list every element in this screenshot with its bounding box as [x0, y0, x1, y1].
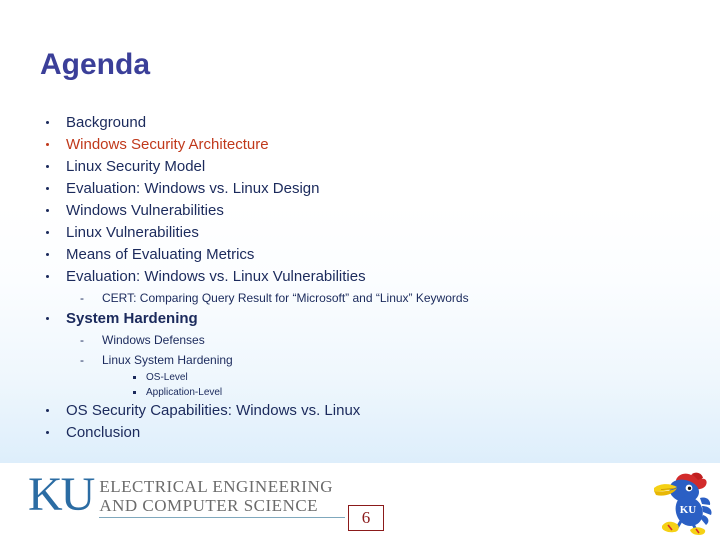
- department-line-1: ELECTRICAL ENGINEERING: [99, 477, 334, 496]
- list-item: Windows Vulnerabilities: [40, 200, 700, 222]
- jayhawk-mascot-icon: KU: [648, 470, 716, 538]
- page-number-badge: 6: [348, 505, 384, 531]
- list-item-label: Evaluation: Windows vs. Linux Design: [66, 180, 320, 197]
- logo-underline-rule: [99, 517, 346, 518]
- bullet-dash-icon: -: [80, 333, 84, 347]
- bullet-list-level-1-final: OS Security Capabilities: Windows vs. Li…: [40, 400, 700, 444]
- list-item: Evaluation: Windows vs. Linux Vulnerabil…: [40, 266, 700, 288]
- bullet-square-icon: [133, 391, 136, 394]
- list-item-label: Windows Vulnerabilities: [66, 202, 224, 219]
- bullet-dot-icon: [46, 187, 49, 190]
- bullet-dot-icon: [46, 409, 49, 412]
- bullet-list-level-3: OS-Level Application-Level: [40, 370, 700, 400]
- list-item-label: Background: [66, 114, 147, 131]
- list-item: OS-Level: [126, 370, 700, 385]
- list-item-label: Evaluation: Windows vs. Linux Vulnerabil…: [66, 268, 366, 285]
- bullet-dot-icon: [46, 431, 49, 434]
- svg-text:KU: KU: [680, 504, 697, 516]
- list-item-label: Windows Defenses: [102, 333, 205, 347]
- list-item-label: Conclusion: [66, 424, 141, 441]
- list-item-label: Linux System Hardening: [102, 353, 233, 367]
- list-item-label: Linux Security Model: [66, 158, 206, 175]
- list-item: - Linux System Hardening: [68, 350, 700, 370]
- list-item: Windows Security Architecture: [40, 134, 700, 156]
- list-item: Linux Security Model: [40, 156, 700, 178]
- list-item-label: OS-Level: [146, 372, 188, 383]
- list-item-label: OS Security Capabilities: Windows vs. Li…: [66, 402, 361, 419]
- bullet-dash-icon: -: [80, 353, 84, 367]
- list-item: - Windows Defenses: [68, 330, 700, 350]
- bullet-dot-icon: [46, 143, 49, 146]
- list-item: - CERT: Comparing Query Result for “Micr…: [68, 288, 700, 308]
- bullet-dot-icon: [46, 253, 49, 256]
- bullet-dot-icon: [46, 317, 49, 320]
- bullet-square-icon: [133, 376, 136, 379]
- list-item: Application-Level: [126, 385, 700, 400]
- bullet-list-level-1-continued: System Hardening: [40, 308, 700, 330]
- agenda-list: Background Windows Security Architecture…: [40, 112, 700, 444]
- ku-wordmark: KU: [28, 468, 95, 521]
- list-item-label: Windows Security Architecture: [66, 136, 269, 153]
- list-item: System Hardening: [40, 308, 700, 330]
- list-item: Means of Evaluating Metrics: [40, 244, 700, 266]
- list-item-label: System Hardening: [66, 310, 198, 327]
- list-item-label: CERT: Comparing Query Result for “Micros…: [102, 291, 469, 305]
- list-item: Conclusion: [40, 422, 700, 444]
- bullet-dot-icon: [46, 209, 49, 212]
- list-item: Linux Vulnerabilities: [40, 222, 700, 244]
- bullet-list-level-1: Background Windows Security Architecture…: [40, 112, 700, 288]
- bullet-dot-icon: [46, 275, 49, 278]
- bullet-dash-icon: -: [80, 291, 84, 305]
- ku-department-logo: KU ELECTRICAL ENGINEERING AND COMPUTER S…: [28, 468, 346, 528]
- list-item-label: Means of Evaluating Metrics: [66, 246, 255, 263]
- department-name: ELECTRICAL ENGINEERING AND COMPUTER SCIE…: [99, 477, 346, 518]
- bullet-dot-icon: [46, 231, 49, 234]
- department-line-2: AND COMPUTER SCIENCE: [99, 496, 319, 515]
- page-title: Agenda: [40, 48, 151, 81]
- list-item-label: Linux Vulnerabilities: [66, 224, 199, 241]
- list-item: Background: [40, 112, 700, 134]
- list-item: OS Security Capabilities: Windows vs. Li…: [40, 400, 700, 422]
- bullet-dot-icon: [46, 121, 49, 124]
- bullet-dot-icon: [46, 165, 49, 168]
- slide-canvas: Agenda Background Windows Security Archi…: [0, 0, 720, 540]
- bullet-list-level-2: - CERT: Comparing Query Result for “Micr…: [40, 288, 700, 308]
- list-item-label: Application-Level: [146, 387, 223, 398]
- bullet-list-level-2-hardening: - Windows Defenses - Linux System Harden…: [40, 330, 700, 370]
- list-item: Evaluation: Windows vs. Linux Design: [40, 178, 700, 200]
